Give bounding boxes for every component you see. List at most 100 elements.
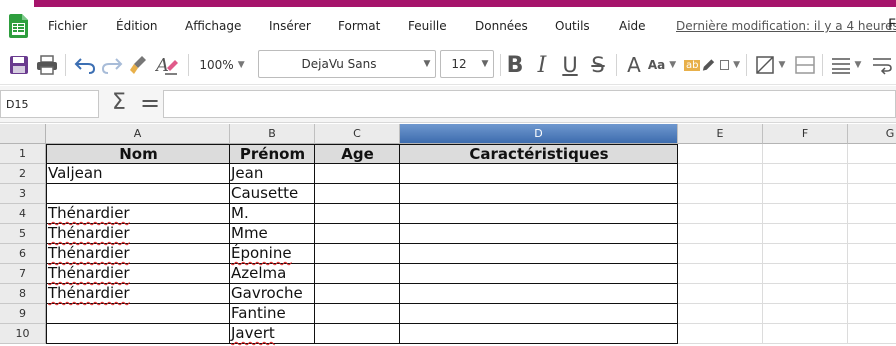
cell-a10[interactable]	[46, 324, 230, 344]
row-header-10[interactable]: 10	[0, 324, 46, 344]
cell-e4[interactable]	[678, 204, 763, 224]
font-size-select[interactable]: 12 ▼	[440, 50, 494, 78]
font-color-button[interactable]: A	[623, 51, 645, 79]
cell-g1[interactable]	[848, 144, 896, 164]
font-family-select[interactable]: DejaVu Sans ▼	[258, 50, 436, 78]
column-header-a[interactable]: A	[46, 124, 230, 144]
column-header-b[interactable]: B	[230, 124, 315, 144]
undo-icon[interactable]	[73, 51, 97, 79]
cell-c8[interactable]	[315, 284, 400, 304]
cell-d8[interactable]	[400, 284, 678, 304]
menu-format[interactable]: Format	[338, 19, 380, 33]
cell-f3[interactable]	[763, 184, 848, 204]
cell-d6[interactable]	[400, 244, 678, 264]
row-header-9[interactable]: 9	[0, 304, 46, 324]
cell-g3[interactable]	[848, 184, 896, 204]
zoom-dropdown[interactable]: 100% ▼	[196, 51, 248, 79]
cell-g10[interactable]	[848, 324, 896, 344]
save-icon[interactable]	[8, 51, 30, 79]
cell-g5[interactable]	[848, 224, 896, 244]
cell-c3[interactable]	[315, 184, 400, 204]
row-header-4[interactable]: 4	[0, 204, 46, 224]
cell-g9[interactable]	[848, 304, 896, 324]
formula-input[interactable]	[163, 90, 896, 118]
row-header-5[interactable]: 5	[0, 224, 46, 244]
text-case-button[interactable]: Aa ▼	[648, 51, 676, 79]
menu-affichage[interactable]: Affichage	[185, 19, 241, 33]
cell-b2[interactable]: Jean	[230, 164, 315, 184]
cell-e8[interactable]	[678, 284, 763, 304]
cell-d9[interactable]	[400, 304, 678, 324]
column-header-d[interactable]: D	[400, 124, 678, 144]
header-cell-b[interactable]: Prénom	[230, 144, 315, 164]
last-modified-link[interactable]: Dernière modification: il y a 4 heures	[676, 19, 896, 33]
cell-b5[interactable]: Mme	[230, 224, 315, 244]
row-header-1[interactable]: 1	[0, 144, 46, 164]
spreadsheet-app-logo-icon[interactable]	[9, 14, 28, 38]
align-button[interactable]: ▼	[828, 51, 864, 79]
column-header-e[interactable]: E	[678, 124, 763, 144]
header-cell-c[interactable]: Age	[315, 144, 400, 164]
row-header-2[interactable]: 2	[0, 164, 46, 184]
italic-button[interactable]: I	[531, 51, 553, 79]
underline-button[interactable]: U	[558, 51, 582, 79]
menu-donnees[interactable]: Données	[475, 19, 528, 33]
cell-g4[interactable]	[848, 204, 896, 224]
cell-e9[interactable]	[678, 304, 763, 324]
cell-g8[interactable]	[848, 284, 896, 304]
cell-d7[interactable]	[400, 264, 678, 284]
cell-b7[interactable]: Azelma	[230, 264, 315, 284]
cell-c10[interactable]	[315, 324, 400, 344]
cell-g2[interactable]	[848, 164, 896, 184]
redo-icon[interactable]	[100, 51, 124, 79]
cell-c5[interactable]	[315, 224, 400, 244]
cell-g6[interactable]	[848, 244, 896, 264]
cell-f8[interactable]	[763, 284, 848, 304]
row-header-8[interactable]: 8	[0, 284, 46, 304]
row-header-6[interactable]: 6	[0, 244, 46, 264]
cell-a4[interactable]: Thénardier	[46, 204, 230, 224]
cell-c4[interactable]	[315, 204, 400, 224]
cell-f2[interactable]	[763, 164, 848, 184]
merge-cells-button[interactable]	[793, 51, 817, 79]
cell-c7[interactable]	[315, 264, 400, 284]
cell-g7[interactable]	[848, 264, 896, 284]
cell-d4[interactable]	[400, 204, 678, 224]
cell-e1[interactable]	[678, 144, 763, 164]
sum-icon[interactable]: Σ	[112, 90, 126, 115]
menu-outils[interactable]: Outils	[555, 19, 590, 33]
header-cell-d[interactable]: Caractéristiques	[400, 144, 678, 164]
bold-button[interactable]: B	[504, 51, 526, 79]
cell-a5[interactable]: Thénardier	[46, 224, 230, 244]
cell-b10[interactable]: Javert	[230, 324, 315, 344]
cell-b3[interactable]: Causette	[230, 184, 315, 204]
borders-button[interactable]: ▼	[752, 51, 788, 79]
cell-f6[interactable]	[763, 244, 848, 264]
cell-d2[interactable]	[400, 164, 678, 184]
cell-e2[interactable]	[678, 164, 763, 184]
cell-f7[interactable]	[763, 264, 848, 284]
cell-c9[interactable]	[315, 304, 400, 324]
header-cell-a[interactable]: Nom	[46, 144, 230, 164]
menu-edition[interactable]: Édition	[116, 19, 158, 33]
column-header-f[interactable]: F	[763, 124, 848, 144]
cell-e7[interactable]	[678, 264, 763, 284]
clear-format-icon[interactable]: A	[154, 51, 180, 79]
cell-b9[interactable]: Fantine	[230, 304, 315, 324]
cell-b4[interactable]: M.	[230, 204, 315, 224]
cell-a7[interactable]: Thénardier	[46, 264, 230, 284]
menu-aide[interactable]: Aide	[619, 19, 646, 33]
cell-name-box[interactable]: D15	[0, 90, 99, 118]
cell-f4[interactable]	[763, 204, 848, 224]
cell-e6[interactable]	[678, 244, 763, 264]
menu-fichier[interactable]: Fichier	[48, 19, 87, 33]
cell-a6[interactable]: Thénardier	[46, 244, 230, 264]
cell-c2[interactable]	[315, 164, 400, 184]
paint-format-icon[interactable]	[127, 51, 151, 79]
formula-equals-icon[interactable]: =	[140, 89, 160, 117]
print-icon[interactable]	[35, 51, 59, 79]
select-all-corner[interactable]	[0, 124, 46, 144]
row-header-3[interactable]: 3	[0, 184, 46, 204]
cell-a2[interactable]: Valjean	[46, 164, 230, 184]
cell-a3[interactable]	[46, 184, 230, 204]
